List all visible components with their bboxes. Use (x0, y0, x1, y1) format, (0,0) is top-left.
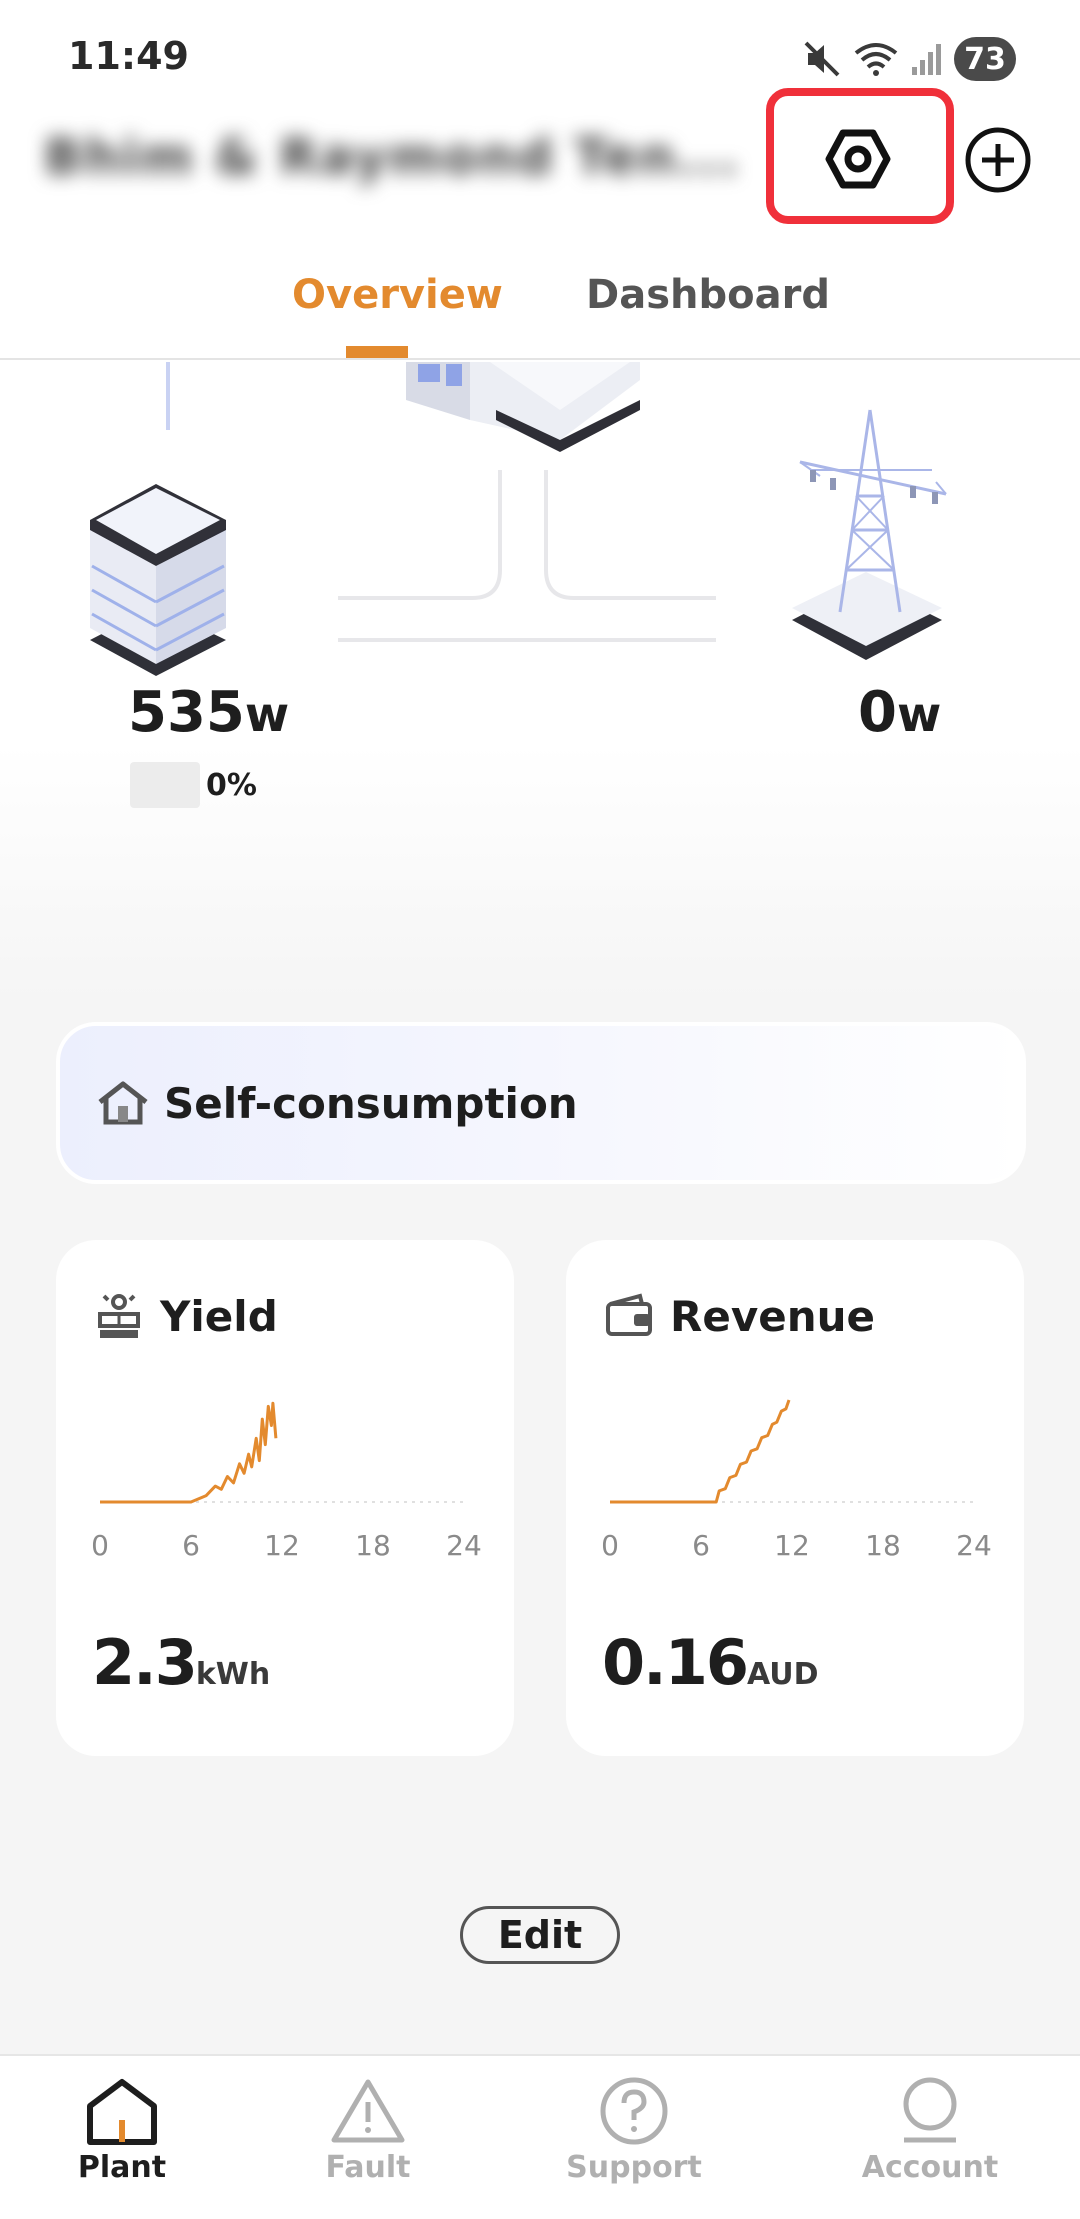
add-circle-icon (965, 127, 1031, 193)
solar-panel-icon (98, 1294, 140, 1338)
tab-dashboard[interactable]: Dashboard (586, 272, 830, 318)
yield-card[interactable]: Yield 0 6 12 18 24 2.3kWh (56, 1240, 514, 1756)
wifi-icon (854, 43, 898, 76)
sparkline-x-tick: 18 (355, 1529, 391, 1562)
question-circle-icon (600, 2077, 668, 2145)
sparkline-x-tick: 12 (774, 1529, 810, 1562)
active-tab-indicator (346, 346, 408, 358)
wallet-icon (606, 1293, 652, 1336)
yield-title: Yield (160, 1292, 278, 1341)
nav-plant[interactable]: Plant (22, 2076, 222, 2206)
revenue-value: 0.16AUD (602, 1626, 819, 1699)
sparkline-x-tick: 6 (692, 1529, 710, 1562)
tab-overview[interactable]: Overview (292, 272, 503, 318)
plant-name[interactable]: Bhim & Raymond Ten... (44, 128, 740, 186)
grid-power-value: 0w (858, 680, 941, 745)
energy-flow-diagram (90, 362, 947, 676)
status-icons: 73 (802, 36, 1016, 82)
battery-soc-text: 0% (206, 768, 257, 803)
plant-home-icon (87, 2079, 157, 2145)
add-plant-button[interactable] (964, 126, 1032, 194)
yield-number: 2.3 (92, 1626, 198, 1699)
self-consumption-label: Self-consumption (164, 1078, 578, 1128)
sparkline-series-line (100, 1401, 278, 1504)
house-illustration (406, 362, 640, 452)
nav-account[interactable]: Account (830, 2076, 1030, 2206)
house-to-hub-line-left (338, 470, 502, 600)
tab-bar: Overview Dashboard (0, 258, 1080, 360)
grid-tower-illustration (792, 409, 947, 660)
yield-sparkline-chart: 0 6 12 18 24 (91, 1401, 482, 1562)
nav-fault[interactable]: Fault (268, 2076, 468, 2206)
sparkline-x-tick: 0 (91, 1529, 109, 1562)
nav-support[interactable]: Support (534, 2076, 734, 2206)
bottom-navigation: Plant Fault Support Account (0, 2054, 1080, 2219)
battery-power-unit: w (244, 687, 290, 743)
sparkline-x-tick: 6 (182, 1529, 200, 1562)
sparkline-x-tick: 24 (956, 1529, 992, 1562)
home-icon (98, 1081, 148, 1125)
nav-support-label: Support (566, 2150, 702, 2185)
revenue-unit: AUD (746, 1657, 819, 1692)
battery-level: 73 (954, 37, 1016, 81)
revenue-number: 0.16 (602, 1626, 749, 1699)
grid-power-unit: w (896, 687, 942, 743)
sparkline-x-tick: 24 (446, 1529, 482, 1562)
settings-hex-icon (825, 129, 891, 189)
sparkline-series-line (610, 1399, 791, 1504)
grid-power-number: 0 (858, 680, 897, 745)
self-consumption-card[interactable]: Self-consumption (56, 1022, 1026, 1184)
sparkline-x-tick: 18 (865, 1529, 901, 1562)
mute-icon (804, 41, 840, 77)
battery-power-value: 535w (128, 680, 289, 745)
signal-icon (912, 44, 941, 75)
revenue-card[interactable]: Revenue 0 6 12 18 24 0.16AUD (566, 1240, 1024, 1756)
nav-fault-label: Fault (325, 2150, 411, 2185)
battery-power-number: 535 (128, 680, 245, 745)
battery-soc-bar (130, 762, 200, 808)
revenue-sparkline-chart: 0 6 12 18 24 (601, 1399, 992, 1562)
sparkline-x-tick: 0 (601, 1529, 619, 1562)
yield-value: 2.3kWh (92, 1626, 270, 1699)
battery-illustration (90, 484, 226, 676)
warning-triangle-icon (331, 2079, 405, 2143)
house-to-hub-line-right (544, 470, 716, 600)
edit-button[interactable]: Edit (460, 1906, 620, 1964)
nav-account-label: Account (861, 2150, 999, 2185)
revenue-title: Revenue (670, 1292, 875, 1341)
sparkline-x-tick: 12 (264, 1529, 300, 1562)
status-time: 11:49 (68, 34, 189, 78)
yield-unit: kWh (195, 1657, 271, 1692)
nav-plant-label: Plant (77, 2150, 167, 2185)
account-icon (903, 2077, 957, 2143)
settings-button[interactable] (816, 122, 900, 196)
